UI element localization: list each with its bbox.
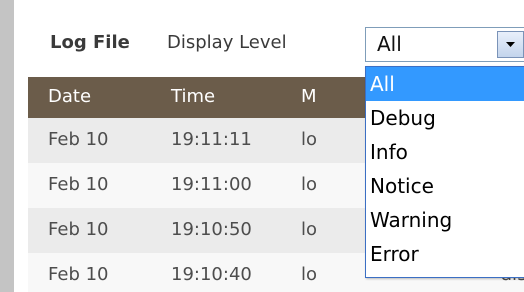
cell-time: 19:10:40 [171, 264, 252, 285]
cell-date: Feb 10 [48, 264, 109, 285]
cell-message: lo [301, 219, 318, 240]
chevron-down-icon [506, 42, 515, 47]
cell-message: lo [301, 174, 318, 195]
select-current-value: All [377, 32, 402, 56]
log-file-title: Log File [50, 32, 130, 53]
option-debug[interactable]: Debug [366, 101, 524, 135]
display-level-select[interactable]: All [365, 27, 524, 62]
cell-time: 19:11:11 [171, 129, 252, 150]
option-info[interactable]: Info [366, 135, 524, 169]
cell-message: lo [301, 264, 318, 285]
option-warning[interactable]: Warning [366, 203, 524, 237]
option-all[interactable]: All [366, 67, 524, 101]
option-error[interactable]: Error [366, 237, 524, 271]
log-file-panel: Log File Display Level Date Time M el Fe… [28, 0, 524, 292]
display-level-dropdown: All Debug Info Notice Warning Error [365, 66, 524, 278]
cell-message: lo [301, 129, 318, 150]
cell-time: 19:10:50 [171, 219, 252, 240]
cell-date: Feb 10 [48, 219, 109, 240]
column-header-time[interactable]: Time [171, 86, 215, 107]
display-level-label: Display Level [167, 32, 287, 53]
cell-date: Feb 10 [48, 174, 109, 195]
cell-date: Feb 10 [48, 129, 109, 150]
cell-time: 19:11:00 [171, 174, 252, 195]
column-header-message[interactable]: M [301, 86, 317, 107]
dropdown-arrow-button[interactable] [497, 31, 524, 58]
left-rail [0, 0, 14, 292]
option-notice[interactable]: Notice [366, 169, 524, 203]
column-header-date[interactable]: Date [48, 86, 91, 107]
